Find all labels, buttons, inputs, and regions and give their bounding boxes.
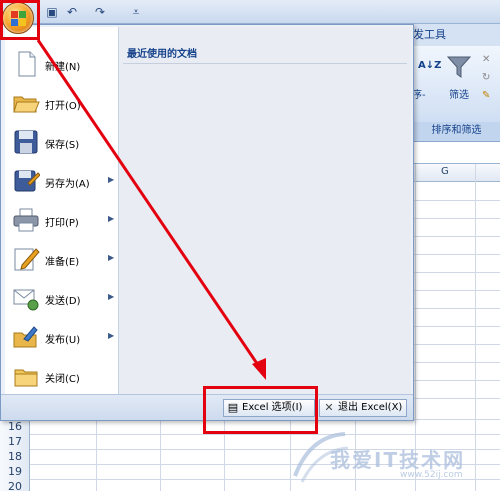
close-icon: ✕ (324, 401, 334, 414)
submenu-arrow-icon: ▶ (108, 214, 115, 223)
menu-item-prepare[interactable]: 准备(E) ▶ (5, 240, 119, 279)
menu-item-new[interactable]: 新建(N) (5, 45, 119, 84)
row-header-16[interactable]: 16 (8, 420, 22, 433)
row-header-bar: 16 17 18 19 20 (0, 418, 30, 491)
reapply-icon[interactable]: ↻ (482, 72, 490, 83)
row-header-18[interactable]: 18 (8, 450, 22, 463)
menu-item-save[interactable]: 保存(S) (5, 123, 119, 162)
menu-item-label: 保存(S) (45, 140, 80, 151)
menu-item-label: 准备(E) (45, 257, 80, 268)
printer-icon (13, 208, 39, 232)
recent-documents-panel: 最近使用的文档 (119, 27, 411, 394)
customize-toolbar-icon[interactable]: ⩡ (128, 4, 144, 20)
ribbon-group-sort-filter: 排序和筛选 (413, 122, 500, 140)
exit-excel-label: 退出 Excel(X) (338, 402, 403, 413)
menu-item-publish[interactable]: 发布(U) ▶ (5, 318, 119, 357)
publish-icon (13, 326, 38, 348)
filter-button-label[interactable]: 筛选 (449, 86, 469, 101)
open-folder-icon (13, 96, 40, 113)
send-icon (13, 289, 39, 311)
tab-developer[interactable]: 发工具 (413, 26, 446, 42)
menu-item-label: 发布(U) (45, 335, 81, 346)
submenu-arrow-icon: ▶ (108, 175, 115, 184)
menu-item-label: 打开(O) (45, 101, 81, 112)
office-button-menu: 新建(N) 打开(O) 保存(S) 另存为(A) ▶ 打印(P) ▶ 准备(E)… (0, 24, 414, 421)
row-header-19[interactable]: 19 (8, 465, 22, 478)
submenu-arrow-icon: ▶ (108, 292, 115, 301)
menu-item-print[interactable]: 打印(P) ▶ (5, 201, 119, 240)
submenu-arrow-icon: ▶ (108, 331, 115, 340)
redo-icon[interactable]: ↷ (92, 4, 108, 20)
exit-excel-button[interactable]: ✕ 退出 Excel(X) (319, 399, 407, 417)
menu-item-label: 新建(N) (45, 62, 81, 73)
undo-icon[interactable]: ↶ (64, 4, 80, 20)
clear-filter-icon[interactable]: ✕ (482, 54, 490, 65)
menu-item-label: 发送(D) (45, 296, 81, 307)
row-header-17[interactable]: 17 (8, 435, 22, 448)
watermark: 我爱IT技术网 www.52ij.com (290, 418, 500, 491)
sort-az-icon[interactable]: A↓Z (418, 60, 441, 71)
filter-icon[interactable] (446, 54, 472, 80)
save-as-icon (14, 170, 40, 192)
menu-item-save-as[interactable]: 另存为(A) ▶ (5, 162, 119, 201)
menu-item-label: 关闭(C) (45, 374, 80, 385)
save-disk-icon (14, 130, 38, 154)
divider (123, 63, 407, 64)
menu-item-open[interactable]: 打开(O) (5, 84, 119, 123)
prepare-pen-icon (14, 248, 40, 271)
watermark-text: 我爱IT技术网 (330, 448, 466, 472)
menu-command-list: 新建(N) 打开(O) 保存(S) 另存为(A) ▶ 打印(P) ▶ 准备(E)… (5, 27, 119, 394)
recent-documents-title: 最近使用的文档 (127, 49, 197, 60)
advanced-filter-icon[interactable]: ✎ (482, 90, 490, 101)
new-document-icon (18, 51, 36, 77)
quick-access-toolbar: ▣ ↶ ↷ ⩡ (0, 0, 500, 24)
menu-item-send[interactable]: 发送(D) ▶ (5, 279, 119, 318)
annotation-box-office-button (0, 0, 40, 40)
save-icon[interactable]: ▣ (44, 4, 60, 20)
menu-item-label: 打印(P) (45, 218, 79, 229)
submenu-arrow-icon: ▶ (108, 253, 115, 262)
menu-item-label: 另存为(A) (45, 179, 90, 190)
column-header-g[interactable]: G (441, 166, 449, 177)
sort-button-label[interactable]: 序- (412, 86, 426, 101)
watermark-url: www.52ij.com (400, 470, 463, 480)
row-header-20[interactable]: 20 (8, 480, 22, 491)
close-folder-icon (14, 369, 38, 387)
menu-item-close[interactable]: 关闭(C) (5, 357, 119, 396)
